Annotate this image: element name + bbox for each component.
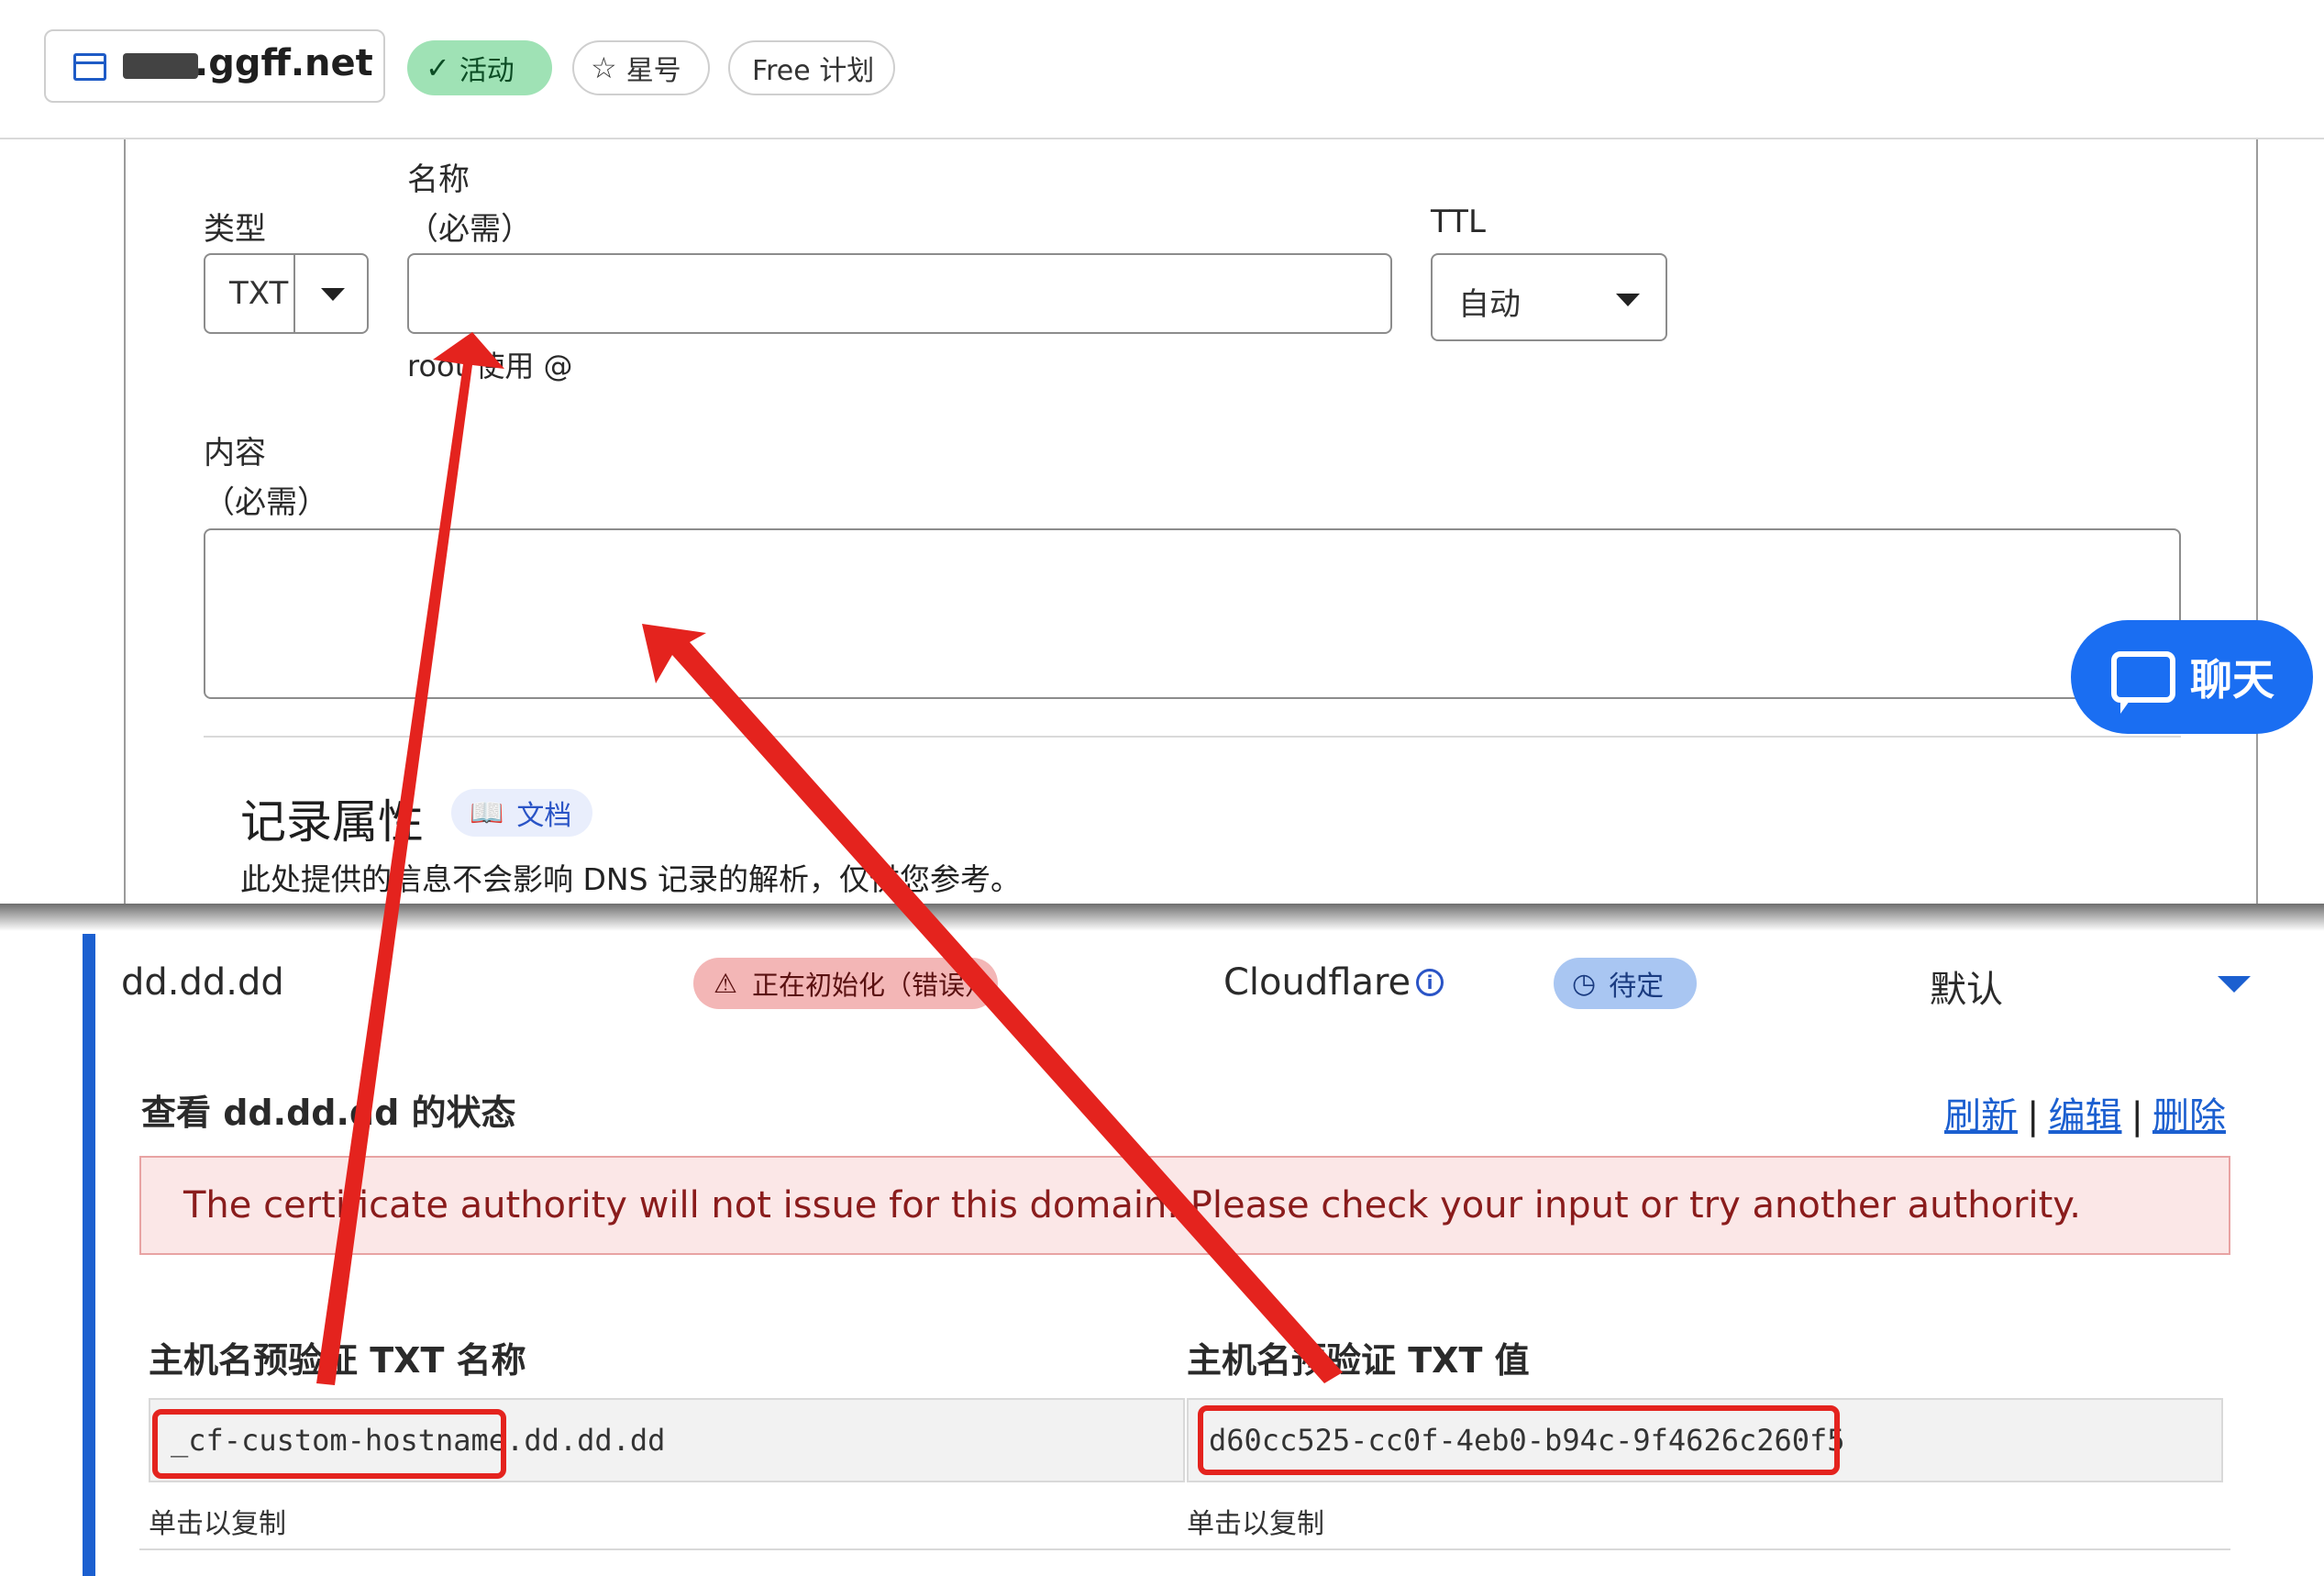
annotation-arrow-to-content [642,624,1343,1383]
annotation-arrows [316,332,1343,1385]
annotation-arrow-to-name [316,332,504,1385]
